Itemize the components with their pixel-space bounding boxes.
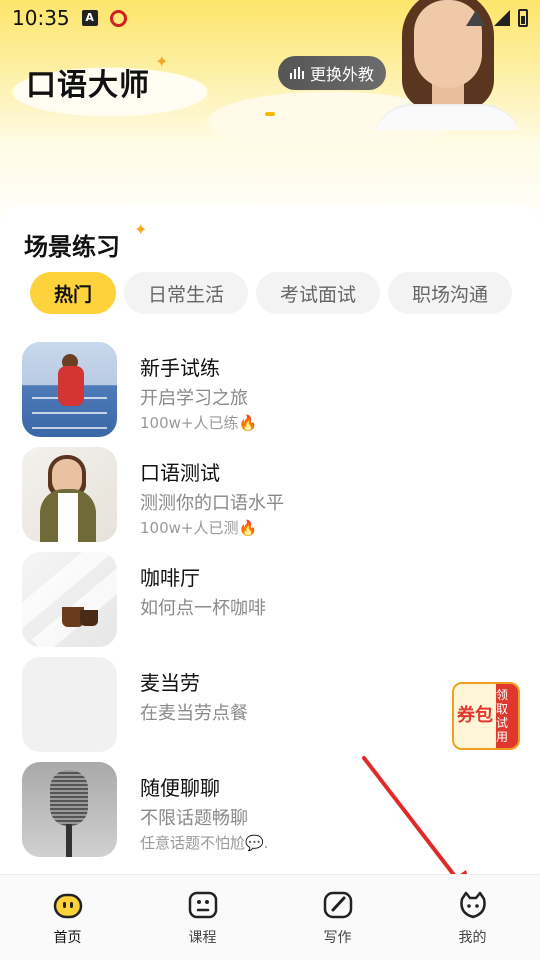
coupon-big-text: 券包	[454, 684, 496, 748]
scene-item-free-chat[interactable]: 随便聊聊 不限话题畅聊 任意话题不怕尬💬.	[22, 762, 522, 867]
scene-subtitle: 测测你的口语水平	[140, 493, 284, 514]
app-notification-icon: A	[81, 10, 98, 26]
course-icon	[188, 891, 217, 919]
scene-thumbnail	[22, 762, 117, 857]
home-face-icon	[53, 893, 82, 919]
nav-label: 我的	[458, 930, 487, 946]
scene-item-mcdonalds[interactable]: 麦当劳 在麦当劳点餐	[22, 657, 522, 762]
battery-icon	[518, 9, 528, 27]
status-time: 10:35	[12, 6, 70, 30]
scene-thumbnail	[22, 447, 117, 542]
section-title: 场景练习	[24, 233, 120, 261]
tab-hot[interactable]: 热门	[30, 272, 117, 314]
write-icon	[323, 891, 352, 919]
sparkle-icon: ✦	[155, 52, 169, 71]
nav-label: 写作	[323, 930, 352, 946]
scene-title: 随便聊聊	[140, 776, 220, 800]
switch-teacher-label: 更换外教	[310, 65, 375, 84]
fire-icon: 🔥	[238, 519, 258, 537]
scene-title: 口语测试	[140, 461, 220, 485]
scene-thumbnail	[22, 342, 117, 437]
scene-meta: 任意话题不怕尬💬.	[140, 834, 269, 852]
scene-meta: 100w+人已测🔥	[140, 519, 258, 537]
scene-subtitle: 开启学习之旅	[140, 388, 248, 409]
nav-course[interactable]: 课程	[135, 875, 270, 960]
scene-item-beginner[interactable]: 新手试练 开启学习之旅 100w+人已练🔥	[22, 342, 522, 447]
fire-icon: 🔥	[238, 414, 258, 432]
coupon-small-text: 领取试用	[496, 684, 518, 748]
scene-title: 麦当劳	[140, 671, 200, 695]
scene-thumbnail	[22, 657, 117, 752]
nav-write[interactable]: 写作	[270, 875, 405, 960]
nav-home[interactable]: 首页	[0, 875, 135, 960]
scene-item-speaking-test[interactable]: 口语测试 测测你的口语水平 100w+人已测🔥	[22, 447, 522, 552]
bottom-nav: 首页 课程 写作 我的	[0, 874, 540, 960]
scene-title: 咖啡厅	[140, 566, 200, 590]
signal-icon	[494, 10, 510, 26]
sparkle-icon: ✦	[134, 220, 148, 239]
scene-subtitle: 如何点一杯咖啡	[140, 598, 266, 619]
tab-workplace[interactable]: 职场沟通	[388, 272, 513, 314]
coupon-badge[interactable]: 券包 领取试用	[452, 682, 520, 750]
tab-exam-interview[interactable]: 考试面试	[256, 272, 381, 314]
hero-indicator	[265, 112, 275, 116]
profile-cat-icon	[459, 891, 486, 919]
scene-thumbnail	[22, 552, 117, 647]
scene-subtitle: 在麦当劳点餐	[140, 703, 248, 724]
app-title: 口语大师	[26, 68, 150, 103]
scene-meta: 100w+人已练🔥	[140, 414, 258, 432]
nav-label: 首页	[53, 930, 82, 946]
switch-teacher-button[interactable]: 更换外教	[278, 56, 387, 90]
status-bar: 10:35 A	[0, 0, 540, 36]
scene-item-cafe[interactable]: 咖啡厅 如何点一杯咖啡	[22, 552, 522, 657]
nav-label: 课程	[188, 930, 217, 946]
scene-title: 新手试练	[140, 356, 220, 380]
scene-list: 新手试练 开启学习之旅 100w+人已练🔥 口语测试 测测你的口语水平 100w…	[22, 342, 522, 867]
scene-subtitle: 不限话题畅聊	[140, 808, 248, 829]
sync-notification-icon	[109, 9, 127, 27]
audio-bars-icon	[290, 67, 304, 79]
nav-profile[interactable]: 我的	[405, 875, 540, 960]
category-tabs: 热门 日常生活 考试面试 职场沟通	[30, 272, 520, 314]
tab-daily-life[interactable]: 日常生活	[124, 272, 249, 314]
wifi-icon	[466, 10, 486, 26]
